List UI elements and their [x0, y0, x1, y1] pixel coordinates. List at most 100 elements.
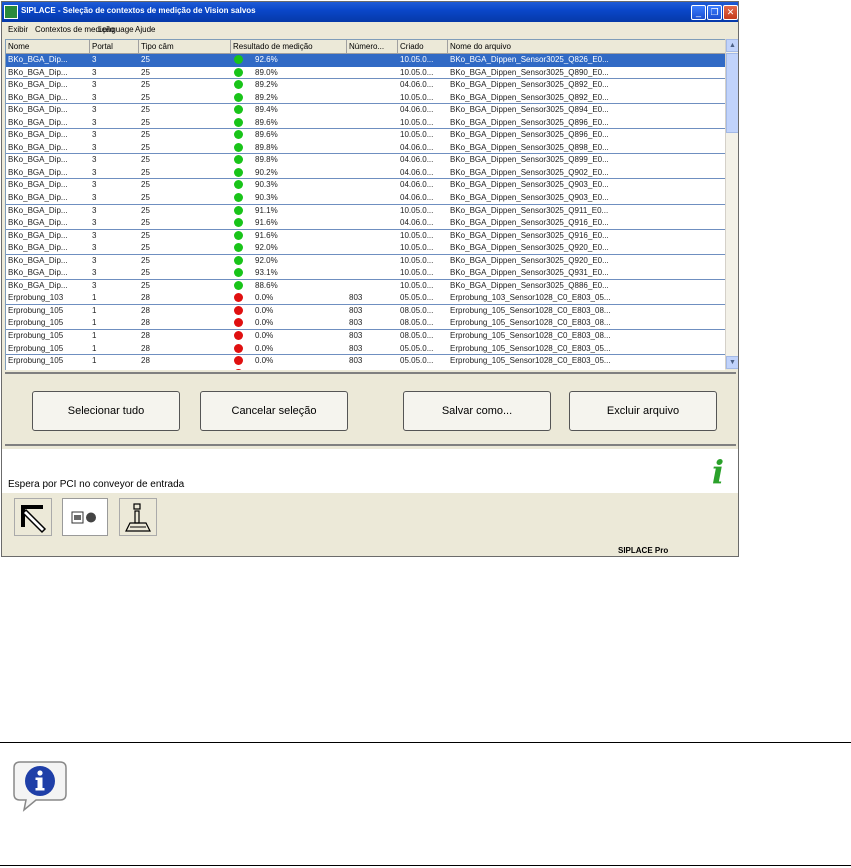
cell-name: BKo_BGA_Dip... — [8, 243, 68, 253]
cell-portal: 3 — [92, 230, 97, 240]
table-row[interactable]: BKo_BGA_Dip... 3 25 92.6% 10.05.0... BKo_BGA_… — [6, 54, 725, 67]
column-header-file-name[interactable]: Nome do arquivo — [448, 40, 725, 53]
cell-file-name: BKo_BGA_Dippen_Sensor3025_Q886_E0... — [450, 280, 609, 290]
column-header-name[interactable]: Nome — [6, 40, 90, 53]
table-row[interactable]: BKo_BGA_Dip... 3 25 91.6% 10.05.0... BKo_BGA_… — [6, 230, 725, 243]
table-row[interactable]: BKo_BGA_Dip... 3 25 89.4% 04.06.0... BKo_BGA_… — [6, 104, 725, 117]
cell-created: 08.05.0... — [400, 305, 434, 315]
table-row[interactable]: BKo_BGA_Dip... 3 25 91.1% 10.05.0... BKo_BGA_… — [6, 205, 725, 218]
scroll-up-icon[interactable]: ▲ — [726, 39, 738, 52]
column-header-portal[interactable]: Portal — [90, 40, 139, 53]
cell-name: Erprobung_105 — [8, 343, 64, 353]
cell-result: 89.6% — [255, 130, 278, 140]
status-ok-icon — [234, 67, 243, 77]
cell-number: 803 — [349, 305, 363, 315]
cell-name: BKo_BGA_Dip... — [8, 205, 68, 215]
cell-result: 91.6% — [255, 218, 278, 228]
status-message: Espera por PCI no conveyor de entrada — [8, 479, 185, 490]
table-row[interactable]: BKo_BGA_Dip... 3 25 89.6% 10.05.0... BKo_BGA_… — [6, 117, 725, 130]
cell-result: 89.6% — [255, 117, 278, 127]
cell-portal: 1 — [92, 318, 97, 328]
status-fail-icon — [234, 293, 243, 303]
cell-portal: 1 — [92, 356, 97, 366]
cell-result: 0.0% — [255, 331, 274, 341]
column-header-camera-type[interactable]: Tipo câm — [139, 40, 231, 53]
cell-portal: 3 — [92, 130, 97, 140]
cell-portal: 3 — [92, 193, 97, 203]
table-row[interactable]: BKo_BGA_Dip... 3 25 89.2% 04.06.0... BKo_BGA_… — [6, 79, 725, 92]
table-row[interactable]: BKo_BGA_Dip... 3 25 88.6% 10.05.0... BKo_BGA_… — [6, 280, 725, 293]
cell-camera-type: 28 — [141, 331, 150, 341]
cell-result: 0.0% — [255, 293, 274, 303]
close-button[interactable]: ✕ — [723, 5, 738, 20]
cell-created: 26.04.0... — [400, 368, 446, 370]
cell-camera-type: 25 — [141, 268, 150, 278]
cell-file-name: BKo_BGA_Dippen_Sensor3025_Q916_E0... — [450, 218, 609, 228]
table-row[interactable]: BKo_BGA_Dip... 3 25 89.6% 10.05.0... BKo_BGA_… — [6, 129, 725, 142]
camera-icon — [71, 511, 96, 524]
vision-camera-button[interactable] — [62, 498, 108, 536]
status-fail-icon — [234, 343, 243, 353]
cell-file-name: BKo_BGA_Dippen_Sensor3025_Q894_E0... — [450, 105, 609, 115]
status-ok-icon — [234, 92, 243, 102]
column-header-created[interactable]: Criado — [398, 40, 448, 53]
table-row[interactable]: Erprobung_5113330.0%80626.04.0...Erprobu… — [6, 368, 725, 370]
cell-portal: 3 — [92, 218, 97, 228]
cell-created: 04.06.0... — [400, 180, 434, 190]
column-header-result[interactable]: Resultado de medição — [231, 40, 347, 53]
cell-camera-type: 25 — [141, 205, 150, 215]
table-row[interactable]: BKo_BGA_Dip... 3 25 89.8% 04.06.0... BKo_BGA_… — [6, 154, 725, 167]
cell-number: 803 — [349, 343, 363, 353]
column-header-number[interactable]: Número... — [347, 40, 398, 53]
title-bar[interactable]: SIPLACE - Seleção de contextos de mediçã… — [2, 2, 738, 22]
cell-file-name: BKo_BGA_Dippen_Sensor3025_Q890_E0... — [450, 67, 609, 77]
table-row[interactable]: BKo_BGA_Dip... 3 25 90.2% 04.06.0... BKo_BGA_… — [6, 167, 725, 180]
cancel-selection-button[interactable]: Cancelar seleção — [200, 391, 348, 431]
table-row[interactable]: Erprobung_105 1 28 0.0% 803 08.05.0... Erprobu… — [6, 317, 725, 331]
table-row[interactable]: BKo_BGA_Dip... 3 25 91.6% 04.06.0... BKo_BGA_… — [6, 217, 725, 230]
table-row[interactable]: BKo_BGA_Dip... 3 25 89.2% 10.05.0... BKo_BGA_… — [6, 92, 725, 105]
save-as-button[interactable]: Salvar como... — [403, 391, 551, 431]
cell-number: 803 — [349, 331, 363, 341]
cell-result: 91.1% — [255, 205, 278, 215]
cell-name: BKo_BGA_Dip... — [8, 268, 68, 278]
vertical-scrollbar[interactable]: ▲ ▼ — [725, 39, 738, 369]
delete-file-button[interactable]: Excluir arquivo — [569, 391, 717, 431]
table-row[interactable]: BKo_BGA_Dip... 3 25 93.1% 10.05.0... BKo_BGA_… — [6, 267, 725, 280]
menu-ajude[interactable]: Ajude — [135, 25, 155, 34]
info-icon[interactable]: i — [701, 455, 735, 489]
info-note-icon — [8, 756, 72, 814]
minimize-button[interactable]: _ — [691, 5, 706, 20]
divider-bottom — [0, 865, 851, 866]
table-row[interactable]: BKo_BGA_Dip... 3 25 92.0% 10.05.0... BKo_BGA_… — [6, 255, 725, 268]
menu-exibir[interactable]: Exibir — [8, 25, 28, 34]
cursor-arrow-button[interactable] — [14, 498, 52, 536]
table-row[interactable]: Erprobung_105 1 28 0.0% 803 08.05.0... Erprobu… — [6, 330, 725, 343]
status-ok-icon — [234, 155, 243, 165]
cell-created: 04.06.0... — [400, 142, 434, 152]
cell-portal: 3 — [92, 167, 97, 177]
cell-created: 10.05.0... — [400, 280, 434, 290]
contexts-list[interactable]: Nome Portal Tipo câm Resultado de mediçã… — [5, 39, 725, 370]
table-row[interactable]: BKo_BGA_Dip... 3 25 90.3% 04.06.0... BKo_BGA_… — [6, 192, 725, 205]
table-row[interactable]: BKo_BGA_Dip... 3 25 92.0% 10.05.0... BKo_BGA_… — [6, 242, 725, 255]
menu-bar: Exibir Contextos de medição Lenguage Aju… — [2, 23, 738, 37]
table-row[interactable]: Erprobung_105 1 28 0.0% 803 05.05.0... Erprobu… — [6, 355, 725, 368]
maximize-button[interactable]: ❐ — [707, 5, 722, 20]
table-row[interactable]: Erprobung_105 1 28 0.0% 803 05.05.0... Erprobu… — [6, 343, 725, 356]
info-stand-button[interactable] — [119, 498, 157, 536]
menu-lenguage[interactable]: Lenguage — [98, 25, 134, 34]
cell-portal: 3 — [92, 205, 97, 215]
table-row[interactable]: Erprobung_105 1 28 0.0% 803 08.05.0... Erprobu… — [6, 305, 725, 318]
select-all-button[interactable]: Selecionar tudo — [32, 391, 180, 431]
cell-camera-type: 28 — [141, 293, 150, 303]
table-row[interactable]: Erprobung_103 1 28 0.0% 803 05.05.0... Erprobu… — [6, 292, 725, 305]
table-row[interactable]: BKo_BGA_Dip... 3 25 89.0% 10.05.0... BKo_BGA_… — [6, 67, 725, 80]
table-row[interactable]: BKo_BGA_Dip... 3 25 89.8% 04.06.0... BKo_BGA_… — [6, 142, 725, 155]
table-row[interactable]: BKo_BGA_Dip... 3 25 90.3% 04.06.0... BKo_BGA_… — [6, 179, 725, 192]
status-ok-icon — [234, 218, 243, 228]
app-icon — [4, 5, 18, 19]
cell-name: Erprobung_105 — [8, 305, 64, 315]
scroll-down-icon[interactable]: ▼ — [726, 356, 738, 369]
scroll-thumb[interactable] — [726, 53, 738, 133]
